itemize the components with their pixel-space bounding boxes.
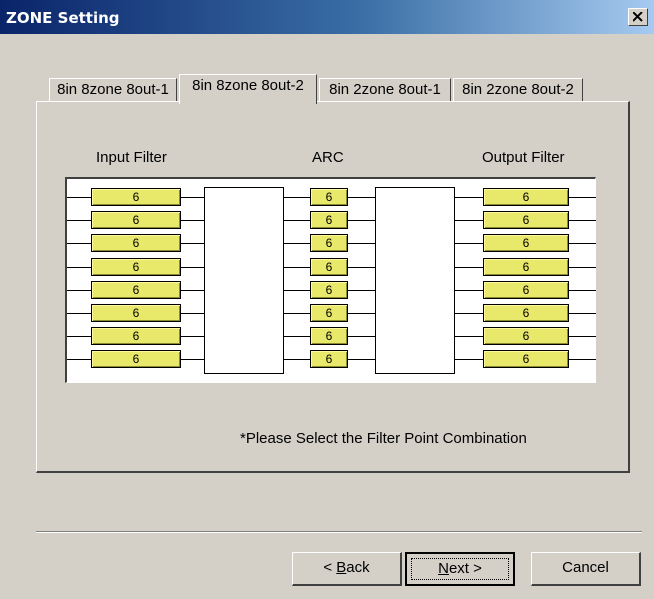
output-filter-button[interactable]: 6: [483, 281, 569, 299]
arc-header: ARC: [312, 149, 344, 166]
input-filter-button[interactable]: 6: [91, 350, 181, 368]
arc-button[interactable]: 6: [310, 281, 348, 299]
input-filter-button[interactable]: 6: [91, 188, 181, 206]
arc-button[interactable]: 6: [310, 234, 348, 252]
arc-button[interactable]: 6: [310, 327, 348, 345]
arc-button[interactable]: 6: [310, 304, 348, 322]
arc-button[interactable]: 6: [310, 211, 348, 229]
input-filter-button[interactable]: 6: [91, 327, 181, 345]
tab-8in-8zone-8out-1[interactable]: 8in 8zone 8out-1: [49, 78, 177, 102]
output-matrix-block: [375, 187, 455, 374]
title-bar: ZONE Setting: [0, 0, 654, 34]
tab-8in-8zone-8out-2[interactable]: 8in 8zone 8out-2: [179, 74, 317, 104]
separator: [36, 531, 642, 533]
filter-diagram: 6 6 6 6 6 6 6 6 6 6 6 6 6 6 6 6 6 6 6 6 6 6 6 6: [65, 177, 596, 383]
output-filter-button[interactable]: 6: [483, 304, 569, 322]
window-title: ZONE Setting: [6, 9, 120, 27]
output-filter-header: Output Filter: [482, 149, 565, 166]
output-filter-button[interactable]: 6: [483, 188, 569, 206]
input-filter-button[interactable]: 6: [91, 234, 181, 252]
output-filter-button[interactable]: 6: [483, 258, 569, 276]
output-filter-button[interactable]: 6: [483, 211, 569, 229]
output-filter-button[interactable]: 6: [483, 327, 569, 345]
tab-8in-2zone-8out-2[interactable]: 8in 2zone 8out-2: [453, 78, 583, 102]
input-filter-button[interactable]: 6: [91, 258, 181, 276]
zone-setting-dialog: ZONE Setting 8in 8zone 8out-1 8in 8zone …: [0, 0, 654, 599]
output-filter-button[interactable]: 6: [483, 350, 569, 368]
instruction-note: *Please Select the Filter Point Combinat…: [240, 430, 527, 447]
tab-8in-2zone-8out-1[interactable]: 8in 2zone 8out-1: [319, 78, 451, 102]
arc-button[interactable]: 6: [310, 188, 348, 206]
back-button[interactable]: < Back: [292, 552, 402, 586]
input-matrix-block: [204, 187, 284, 374]
input-filter-button[interactable]: 6: [91, 281, 181, 299]
cancel-button[interactable]: Cancel: [531, 552, 641, 586]
output-filter-button[interactable]: 6: [483, 234, 569, 252]
input-filter-button[interactable]: 6: [91, 211, 181, 229]
arc-button[interactable]: 6: [310, 258, 348, 276]
arc-button[interactable]: 6: [310, 350, 348, 368]
next-button[interactable]: Next >: [405, 552, 515, 586]
close-button[interactable]: [628, 8, 648, 26]
input-filter-header: Input Filter: [96, 149, 167, 166]
input-filter-button[interactable]: 6: [91, 304, 181, 322]
close-icon: [633, 12, 643, 22]
